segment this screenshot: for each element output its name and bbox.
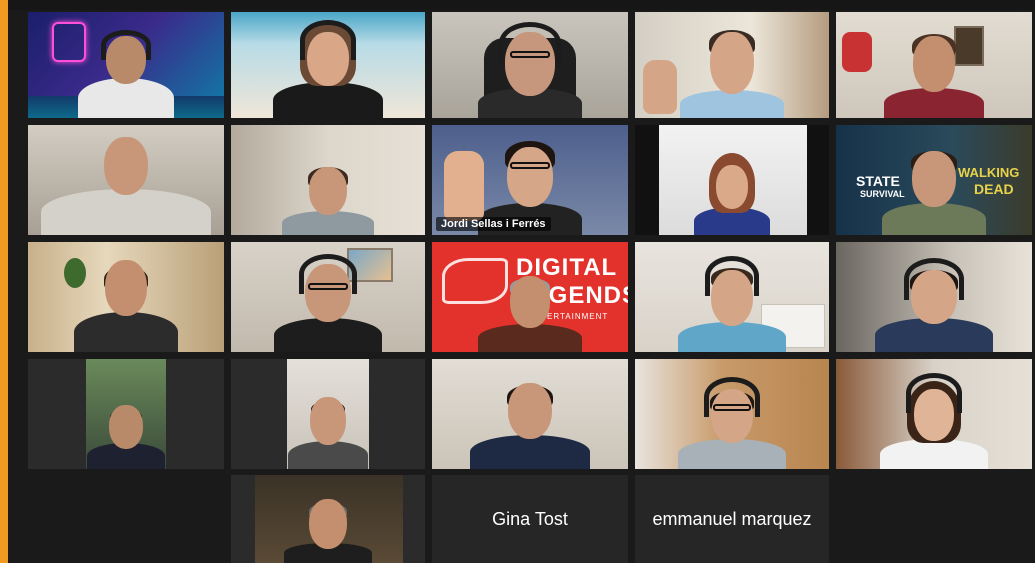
participant-tile[interactable] [432,359,628,469]
participant-video [273,246,383,352]
participant-video [287,379,369,469]
participant-tile[interactable] [28,359,224,469]
hand-peace-sign [643,60,677,114]
participant-video [874,252,994,352]
participant-tile[interactable] [635,125,829,235]
participant-tile-no-video[interactable]: emmanuel marquez [635,475,829,563]
participant-tile[interactable] [836,359,1032,469]
participant-tile[interactable] [28,242,224,352]
participant-tile[interactable] [231,242,425,352]
participant-tile[interactable] [231,359,425,469]
participant-video [677,12,787,118]
participant-tile-active-speaker[interactable]: Jordi Sellas i Ferrés [432,125,628,235]
participant-tile[interactable] [635,12,829,118]
participant-tile[interactable] [836,242,1032,352]
participant-tile[interactable] [635,242,829,352]
participant-video [71,248,181,352]
participant-video [475,260,585,352]
participant-video [278,153,378,235]
participant-tile[interactable] [635,359,829,469]
participant-name-display: emmanuel marquez [652,508,812,529]
participant-video [677,373,787,469]
participant-video [879,135,989,235]
hand-peace-sign [444,151,484,221]
participant-video [677,248,787,352]
window-top-strip [8,0,1035,10]
participant-video [879,18,989,118]
participant-video [283,493,373,563]
participant-video [86,389,166,469]
participant-tile[interactable] [231,12,425,118]
participant-tile[interactable] [836,12,1032,118]
participant-tile[interactable] [28,12,224,118]
participant-tile[interactable] [231,125,425,235]
window-accent-bar [0,0,8,563]
participant-video [273,14,383,118]
participant-tile[interactable]: DIGITAL LEGENDS ENTERTAINMENT [432,242,628,352]
participant-tile-no-video[interactable]: Gina Tost [432,475,628,563]
participant-video [475,12,585,118]
participant-name-display: Gina Tost [492,508,568,529]
participant-name-label: Jordi Sellas i Ferrés [436,217,551,231]
participant-video [76,18,176,118]
participant-video [692,149,772,235]
participant-video [41,127,211,235]
participant-video [470,369,590,469]
participant-tile[interactable] [231,475,425,563]
red-bag [842,32,872,72]
participant-tile[interactable]: STATE SURVIVAL WALKING DEAD [836,125,1032,235]
participant-tile[interactable] [28,125,224,235]
participant-video [879,369,989,469]
participant-tile[interactable] [432,12,628,118]
